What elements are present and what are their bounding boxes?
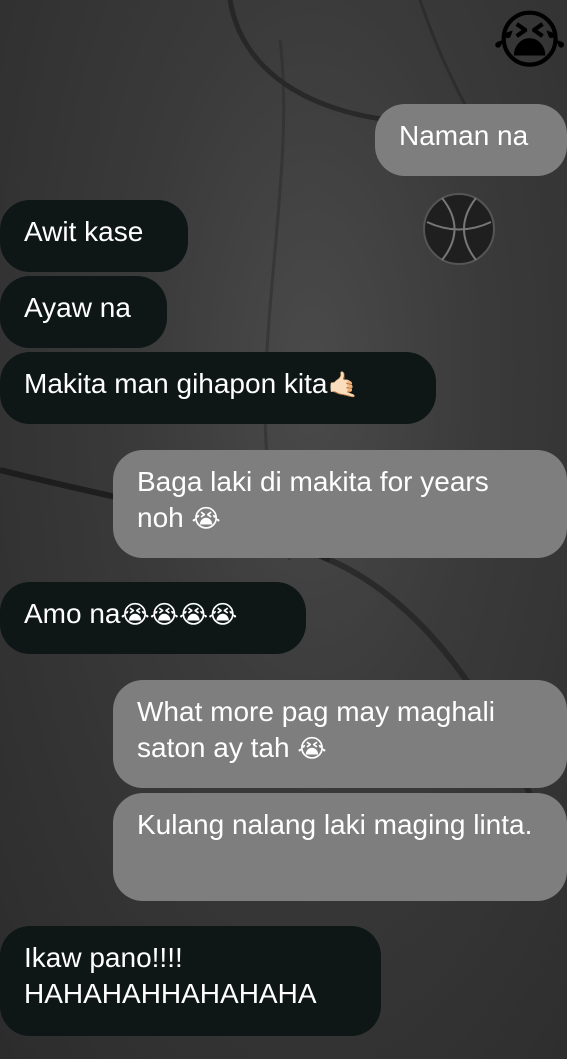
message-text: Ayaw na — [24, 292, 131, 323]
message-text: Kulang nalang laki maging linta. — [137, 809, 533, 840]
message-bubble-incoming[interactable]: Awit kase — [0, 200, 188, 272]
message-bubble-incoming[interactable]: Ayaw na — [0, 276, 167, 348]
message-bubble-incoming[interactable]: Amo na😭😭😭😭 — [0, 582, 306, 654]
message-text: Naman na — [399, 120, 529, 151]
message-bubble-outgoing[interactable]: Naman na — [375, 104, 567, 176]
message-text: Baga laki di makita for years noh — [137, 466, 489, 533]
basketball-icon — [423, 193, 495, 265]
crying-face-emoji: 😭 — [297, 735, 327, 763]
message-bubble-outgoing[interactable]: What more pag may maghali saton ay tah 😭 — [113, 680, 567, 788]
message-text: Amo na — [24, 598, 121, 629]
crying-face-emoji: 😭 — [492, 4, 567, 76]
message-text: Awit kase — [24, 216, 144, 247]
crying-face-emoji: 😭 — [191, 505, 221, 533]
message-bubble-outgoing[interactable]: Baga laki di makita for years noh 😭 — [113, 450, 567, 558]
message-bubble-incoming[interactable]: Ikaw pano!!!! HAHAHAHHAHAHAHA — [0, 926, 381, 1036]
message-text: Ikaw pano!!!! HAHAHAHHAHAHAHA — [24, 942, 317, 1009]
message-bubble-incoming[interactable]: Makita man gihapon kita🤙🏻 — [0, 352, 436, 424]
message-bubble-outgoing[interactable]: Kulang nalang laki maging linta. — [113, 793, 567, 901]
crying-face-emoji: 😭😭😭😭 — [120, 601, 238, 629]
message-text: Makita man gihapon kita — [24, 368, 328, 399]
call-me-hand-emoji: 🤙🏻 — [327, 371, 359, 399]
